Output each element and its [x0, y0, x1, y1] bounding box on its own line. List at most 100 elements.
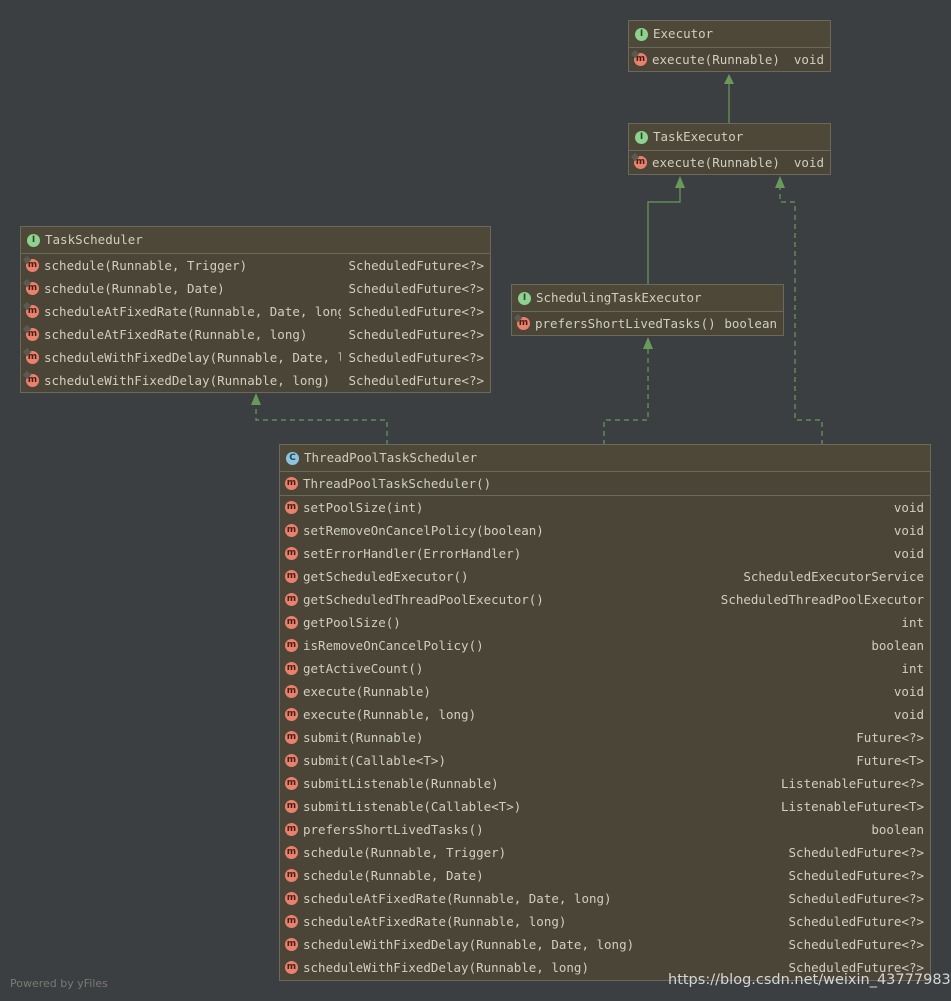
class-box-threadpooltaskscheduler[interactable]: C ThreadPoolTaskScheduler m ThreadPoolTa…	[279, 444, 931, 981]
method-row[interactable]: m submitListenable(Runnable) ListenableFut…	[280, 772, 930, 795]
method-name: getScheduledExecutor()	[303, 569, 469, 584]
class-name: SchedulingTaskExecutor	[536, 290, 702, 305]
method-row[interactable]: m getActiveCount() int	[280, 657, 930, 680]
constructor-row[interactable]: m ThreadPoolTaskScheduler()	[280, 472, 930, 495]
class-name: ThreadPoolTaskScheduler	[304, 450, 478, 465]
method-name: getPoolSize()	[303, 615, 401, 630]
method-return-type: Future<T>	[856, 753, 924, 768]
method-row[interactable]: m schedule(Runnable, Date) ScheduledFuture…	[280, 864, 930, 887]
method-icon: m	[285, 915, 298, 928]
method-icon: m	[285, 731, 298, 744]
method-name: submitListenable(Runnable)	[303, 776, 499, 791]
arrowhead-scheduling	[643, 337, 653, 349]
method-return-type: void	[893, 684, 924, 699]
method-row[interactable]: m scheduleWithFixedDelay(Runnable, Date, …	[280, 933, 930, 956]
class-header: C ThreadPoolTaskScheduler	[280, 445, 930, 471]
method-name: isRemoveOnCancelPolicy()	[303, 638, 484, 653]
method-return-type: ScheduledFuture<?>	[348, 281, 484, 296]
method-return-type: ScheduledFuture<?>	[788, 914, 924, 929]
method-row[interactable]: m submitListenable(Callable<T>) Listenable…	[280, 795, 930, 818]
method-row[interactable]: m scheduleAtFixedRate(Runnable, Date, lon…	[280, 887, 930, 910]
method-icon: m	[285, 708, 298, 721]
watermark-url: https://blog.csdn.net/weixin_43777983	[668, 972, 951, 988]
arrowhead-taskexecutor-right	[775, 176, 785, 188]
method-row[interactable]: m submit(Callable<T>) Future<T>	[280, 749, 930, 772]
class-header: I TaskExecutor	[629, 124, 830, 150]
method-return-type: void	[893, 500, 924, 515]
class-box-taskscheduler[interactable]: I TaskScheduler m schedule(Runnable, Tri…	[20, 226, 491, 393]
method-icon: m	[285, 570, 298, 583]
class-name: TaskScheduler	[45, 232, 143, 247]
extends-line-scheduling-taskexecutor	[647, 188, 681, 284]
method-return-type: ScheduledFuture<?>	[788, 937, 924, 952]
implements-line-tpts-taskexecutor	[779, 188, 823, 445]
method-row[interactable]: m execute(Runnable) void	[629, 151, 830, 174]
method-name: execute(Runnable)	[303, 684, 431, 699]
method-return-type: int	[901, 661, 924, 676]
method-icon: m	[285, 961, 298, 974]
abstract-method-icon: m	[26, 305, 39, 318]
method-row[interactable]: m execute(Runnable, long) void	[280, 703, 930, 726]
method-name: prefersShortLivedTasks()	[303, 822, 484, 837]
method-row[interactable]: m submit(Runnable) Future<?>	[280, 726, 930, 749]
class-icon: C	[286, 451, 299, 465]
method-row[interactable]: m setPoolSize(int) void	[280, 496, 930, 519]
method-name: execute(Runnable)	[652, 52, 780, 67]
method-name: schedule(Runnable, Date)	[303, 868, 484, 883]
method-row[interactable]: m setErrorHandler(ErrorHandler) void	[280, 542, 930, 565]
method-row[interactable]: m execute(Runnable) void	[629, 48, 830, 71]
class-box-schedulingtaskexecutor[interactable]: I SchedulingTaskExecutor m prefersShortL…	[511, 284, 784, 336]
method-row[interactable]: m setRemoveOnCancelPolicy(boolean) void	[280, 519, 930, 542]
method-row[interactable]: m getScheduledExecutor() ScheduledExecutor…	[280, 565, 930, 588]
method-row[interactable]: m getPoolSize() int	[280, 611, 930, 634]
method-name: submit(Runnable)	[303, 730, 424, 745]
method-return-type: ScheduledFuture<?>	[348, 304, 484, 319]
method-row[interactable]: m scheduleAtFixedRate(Runnable, long) Sche…	[280, 910, 930, 933]
method-return-type: void	[893, 523, 924, 538]
method-row[interactable]: m execute(Runnable) void	[280, 680, 930, 703]
method-row[interactable]: m prefersShortLivedTasks() boolean	[512, 312, 783, 335]
implements-line-tpts-taskscheduler	[255, 405, 388, 445]
method-name: submitListenable(Callable<T>)	[303, 799, 522, 814]
abstract-method-icon: m	[26, 282, 39, 295]
method-row[interactable]: m schedule(Runnable, Trigger) ScheduledFut…	[280, 841, 930, 864]
class-header: I Executor	[629, 21, 830, 47]
method-icon: m	[285, 846, 298, 859]
method-name: scheduleAtFixedRate(Runnable, long)	[303, 914, 567, 929]
method-icon: m	[285, 639, 298, 652]
method-return-type: boolean	[871, 638, 924, 653]
method-row[interactable]: m schedule(Runnable, Trigger) ScheduledF…	[21, 254, 490, 277]
method-name: scheduleAtFixedRate(Runnable, Date, long…	[303, 891, 612, 906]
method-icon: m	[285, 662, 298, 675]
class-box-executor[interactable]: I Executor m execute(Runnable) void	[628, 20, 831, 72]
arrowhead-executor	[724, 74, 734, 84]
method-name: scheduleWithFixedDelay(Runnable, Date, l…	[303, 937, 635, 952]
class-box-taskexecutor[interactable]: I TaskExecutor m execute(Runnable) void	[628, 123, 831, 175]
method-row[interactable]: m scheduleAtFixedRate(Runnable, long) Sc…	[21, 323, 490, 346]
method-icon: m	[285, 685, 298, 698]
method-return-type: void	[893, 546, 924, 561]
method-return-type: ScheduledFuture<?>	[348, 350, 484, 365]
method-row[interactable]: m scheduleAtFixedRate(Runnable, Date, lo…	[21, 300, 490, 323]
method-row[interactable]: m schedule(Runnable, Date) ScheduledFutu…	[21, 277, 490, 300]
method-list: m setPoolSize(int) void m setRemoveOnCancel…	[280, 496, 930, 979]
abstract-method-icon: m	[634, 53, 647, 66]
method-return-type: ListenableFuture<?>	[781, 776, 924, 791]
method-row[interactable]: m getScheduledThreadPoolExecutor() Schedul…	[280, 588, 930, 611]
method-row[interactable]: m prefersShortLivedTasks() boolean	[280, 818, 930, 841]
method-row[interactable]: m isRemoveOnCancelPolicy() boolean	[280, 634, 930, 657]
method-icon: m	[285, 547, 298, 560]
method-row[interactable]: m scheduleWithFixedDelay(Runnable, Date,…	[21, 346, 490, 369]
method-return-type: void	[893, 707, 924, 722]
method-return-type: void	[793, 52, 824, 67]
arrowhead-taskscheduler	[251, 393, 261, 405]
abstract-method-icon: m	[517, 317, 530, 330]
implements-line-tpts-scheduling	[603, 349, 649, 445]
method-return-type: ScheduledExecutorService	[743, 569, 924, 584]
method-name: setPoolSize(int)	[303, 500, 424, 515]
method-name: schedule(Runnable, Trigger)	[44, 258, 248, 273]
method-row[interactable]: m scheduleWithFixedDelay(Runnable, long)…	[21, 369, 490, 392]
method-name: schedule(Runnable, Trigger)	[303, 845, 507, 860]
abstract-method-icon: m	[26, 374, 39, 387]
method-return-type: int	[901, 615, 924, 630]
